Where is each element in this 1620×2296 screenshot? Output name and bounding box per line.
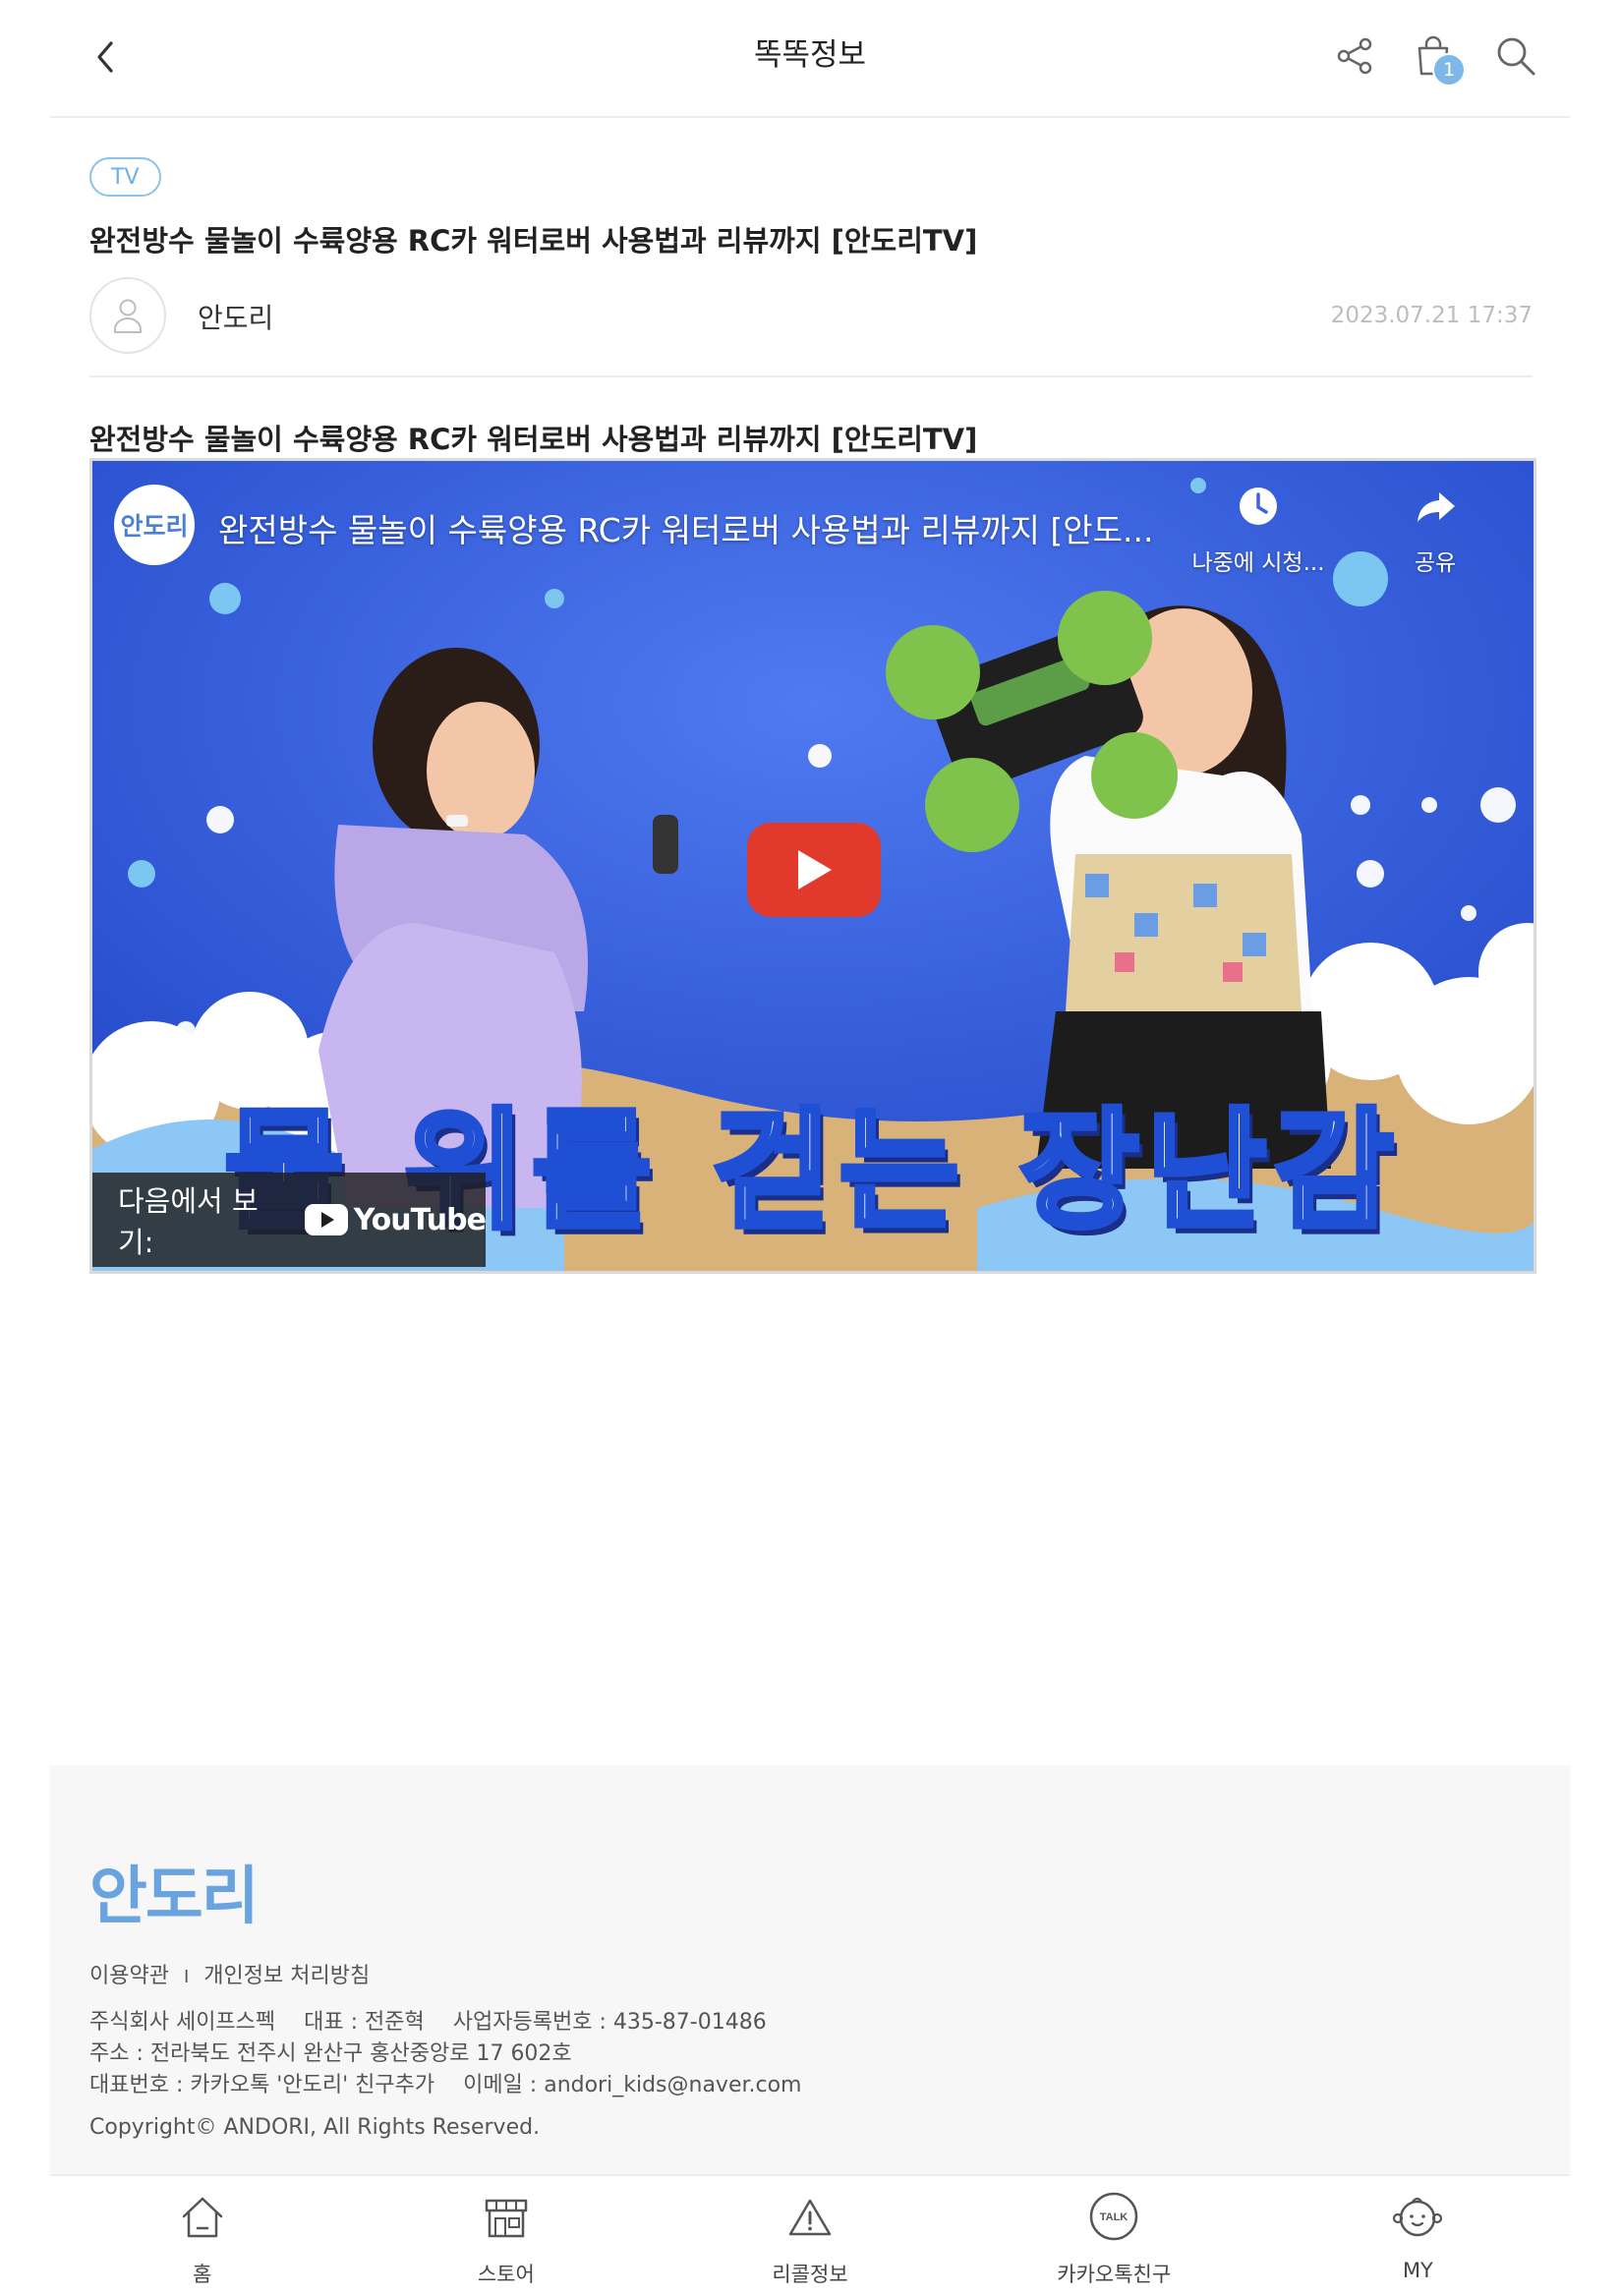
kakao-talk-icon: TALK: [1089, 2192, 1138, 2241]
top-header: 똑똑정보 1: [50, 0, 1570, 118]
contact-email: 이메일 : andori_kids@naver.com: [463, 2073, 802, 2097]
watch-on-label: 다음에서 보기:: [118, 1184, 259, 1259]
search-icon: [1497, 37, 1535, 76]
nav-kakao[interactable]: TALK 카카오톡친구: [962, 2176, 1266, 2296]
footer-links: 이용약관 I 개인정보 처리방침: [89, 1958, 370, 1989]
nav-store-label: 스토어: [477, 2263, 535, 2286]
links-separator: I: [183, 1967, 190, 1987]
post-date: 2023.07.21 17:37: [1330, 303, 1533, 328]
share-icon: [1337, 37, 1372, 75]
nav-home-label: 홈: [192, 2263, 212, 2286]
store-icon: [485, 2199, 528, 2238]
cart-count-badge: 1: [1432, 53, 1466, 86]
category-tag[interactable]: TV: [89, 157, 161, 197]
baby-face-icon: [1393, 2197, 1443, 2237]
search-button[interactable]: [1489, 29, 1542, 83]
warning-icon: [788, 2199, 832, 2236]
footer-logo: 안도리: [89, 1861, 260, 1933]
contact-number: 대표번호 : 카카오톡 '안도리' 친구추가: [89, 2073, 435, 2097]
home-icon: [182, 2197, 222, 2238]
watch-on-youtube-button[interactable]: 다음에서 보기: YouTube: [92, 1173, 487, 1267]
channel-logo[interactable]: 안도리: [114, 485, 195, 565]
nav-recall[interactable]: 리콜정보: [658, 2176, 961, 2296]
terms-link[interactable]: 이용약관: [89, 1964, 169, 1988]
youtube-embed[interactable]: 물 위를 걷는 장난감 안도리 완전방수 물놀이 수륙양용 RC카 워터로버 사…: [89, 458, 1536, 1274]
youtube-brand: YouTube: [304, 1202, 487, 1237]
author-name: 안도리: [198, 302, 274, 334]
article-title: 완전방수 물놀이 수륙양용 RC카 워터로버 사용법과 리뷰까지 [안도리TV]: [89, 224, 978, 258]
body-title: 완전방수 물놀이 수륙양용 RC카 워터로버 사용법과 리뷰까지 [안도리TV]: [89, 423, 978, 456]
share-button[interactable]: [1328, 29, 1381, 83]
video-top-bar: 안도리 완전방수 물놀이 수륙양용 RC카 워터로버 사용법과 리뷰까지 [안도…: [92, 461, 1533, 579]
play-button[interactable]: [747, 823, 881, 917]
company-name: 주식회사 세이프스펙: [89, 2010, 276, 2035]
biz-number: 사업자등록번호 : 435-87-01486: [452, 2010, 767, 2035]
youtube-logo-icon: [304, 1204, 348, 1235]
user-icon: [114, 299, 142, 333]
ceo-name: 대표 : 전준혁: [304, 2010, 425, 2035]
nav-kakao-label: 카카오톡친구: [1057, 2263, 1172, 2286]
avatar: [89, 277, 166, 354]
play-icon: [798, 850, 832, 890]
svg-text:TALK: TALK: [1100, 2211, 1128, 2223]
bottom-nav: 홈 스토어 리콜정보 TALK 카카오톡친구 MY: [50, 2176, 1570, 2296]
cart-button[interactable]: 1: [1407, 29, 1466, 86]
share-label: 공유: [1414, 550, 1457, 576]
nav-my-label: MY: [1402, 2259, 1433, 2282]
page: 똑똑정보 1 TV 완전방수 물놀이 수륙양용 RC카 워터로버 사용법과 리뷰…: [50, 0, 1570, 2296]
copyright: Copyright© ANDORI, All Rights Reserved.: [89, 2115, 541, 2140]
privacy-link[interactable]: 개인정보 처리방침: [203, 1964, 370, 1988]
clock-icon: [1240, 488, 1277, 525]
author-row: 안도리 2023.07.21 17:37: [89, 277, 1533, 377]
company-info: 주식회사 세이프스펙 대표 : 전준혁 사업자등록번호 : 435-87-014…: [89, 2007, 801, 2101]
footer: 안도리 이용약관 I 개인정보 처리방침 주식회사 세이프스펙 대표 : 전준혁…: [50, 1765, 1570, 2176]
watch-later-label: 나중에 시청...: [1191, 550, 1325, 576]
video-title[interactable]: 완전방수 물놀이 수륙양용 RC카 워터로버 사용법과 리뷰까지 [안도...: [218, 504, 1153, 551]
youtube-brand-text: YouTube: [353, 1202, 487, 1237]
company-address: 주소 : 전라북도 전주시 완산구 홍산중앙로 17 602호: [89, 2041, 572, 2066]
nav-store[interactable]: 스토어: [354, 2176, 658, 2296]
share-video-button[interactable]: 공유: [1386, 485, 1484, 577]
nav-recall-label: 리콜정보: [772, 2263, 848, 2286]
nav-home[interactable]: 홈: [50, 2176, 354, 2296]
nav-my[interactable]: MY: [1266, 2176, 1570, 2296]
watch-later-button[interactable]: 나중에 시청...: [1189, 485, 1327, 577]
share-arrow-icon: [1418, 492, 1455, 522]
